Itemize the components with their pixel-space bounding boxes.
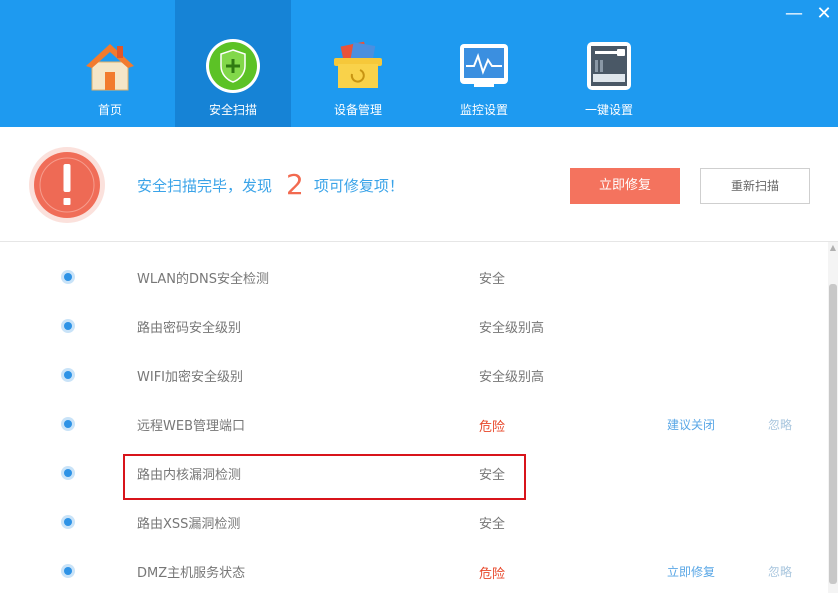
status-dot xyxy=(61,270,75,284)
check-status: 安全级别高 xyxy=(479,370,545,385)
check-status: 安全 xyxy=(479,272,506,287)
nav-item-monitor-settings[interactable]: 监控设置 xyxy=(426,0,542,127)
check-status: 安全级别高 xyxy=(479,321,545,336)
result-row-wifi-encryption: WIFI加密安全级别 安全级别高 xyxy=(0,350,820,399)
suggest-close-link[interactable]: 建议关闭 xyxy=(667,416,715,433)
nav-item-security-scan[interactable]: 安全扫描 xyxy=(175,0,291,127)
nav-label: 首页 xyxy=(97,103,122,117)
result-row-router-password: 路由密码安全级别 安全级别高 xyxy=(0,301,820,350)
fix-now-link[interactable]: 立即修复 xyxy=(667,563,715,580)
message-suffix: 项可修复项！ xyxy=(313,177,404,195)
scrollbar-thumb[interactable] xyxy=(829,284,837,584)
check-status-danger: 危险 xyxy=(479,567,506,582)
result-row-dmz-host: DMZ主机服务状态 危险 立即修复 忽略 xyxy=(0,546,820,595)
result-row-wlan-dns: WLAN的DNS安全检测 安全 xyxy=(0,252,820,301)
status-dot xyxy=(61,368,75,382)
check-status-danger: 危险 xyxy=(479,420,506,435)
nav-item-device-management[interactable]: 设备管理 xyxy=(300,0,416,127)
status-dot xyxy=(61,564,75,578)
ignore-link[interactable]: 忽略 xyxy=(768,416,792,433)
scroll-up-arrow-icon[interactable]: ▲ xyxy=(828,242,838,254)
nav-label: 设备管理 xyxy=(333,103,382,117)
monitor-icon xyxy=(460,44,508,87)
close-button[interactable]: ✕ xyxy=(812,4,836,24)
status-dot xyxy=(61,319,75,333)
check-name: WLAN的DNS安全检测 xyxy=(137,272,269,287)
nav-label: 一键设置 xyxy=(584,103,633,117)
status-dot xyxy=(61,515,75,529)
status-dot xyxy=(61,417,75,431)
minimize-button[interactable]: — xyxy=(782,4,806,24)
nav-item-home[interactable]: 首页 xyxy=(52,0,168,127)
issue-count: 2 xyxy=(286,168,304,201)
rescan-button[interactable]: 重新扫描 xyxy=(700,168,810,204)
check-name: 远程WEB管理端口 xyxy=(137,419,245,434)
result-row-remote-web-port: 远程WEB管理端口 危险 建议关闭 忽略 xyxy=(0,399,820,448)
router-icon xyxy=(587,42,631,90)
check-name: WIFI加密安全级别 xyxy=(137,370,243,385)
device-box-icon xyxy=(334,41,382,88)
highlight-box xyxy=(123,454,526,500)
nav-label: 安全扫描 xyxy=(208,103,257,117)
scan-result-message: 安全扫描完毕，发现 2 项可修复项！ xyxy=(137,170,404,200)
check-name: 路由XSS漏洞检测 xyxy=(137,517,241,532)
shield-plus-icon xyxy=(206,39,260,93)
warning-exclamation-icon xyxy=(29,147,105,223)
ignore-link[interactable]: 忽略 xyxy=(768,563,792,580)
nav-label: 监控设置 xyxy=(459,103,508,117)
home-icon xyxy=(86,44,134,91)
result-row-xss-vuln: 路由XSS漏洞检测 安全 xyxy=(0,497,820,546)
status-dot xyxy=(61,466,75,480)
fix-now-button[interactable]: 立即修复 xyxy=(570,168,680,204)
nav-item-one-click-settings[interactable]: 一键设置 xyxy=(551,0,667,127)
check-status: 安全 xyxy=(479,517,506,532)
check-name: 路由密码安全级别 xyxy=(137,321,242,336)
check-name: DMZ主机服务状态 xyxy=(137,566,246,581)
message-prefix: 安全扫描完毕，发现 xyxy=(137,177,273,195)
